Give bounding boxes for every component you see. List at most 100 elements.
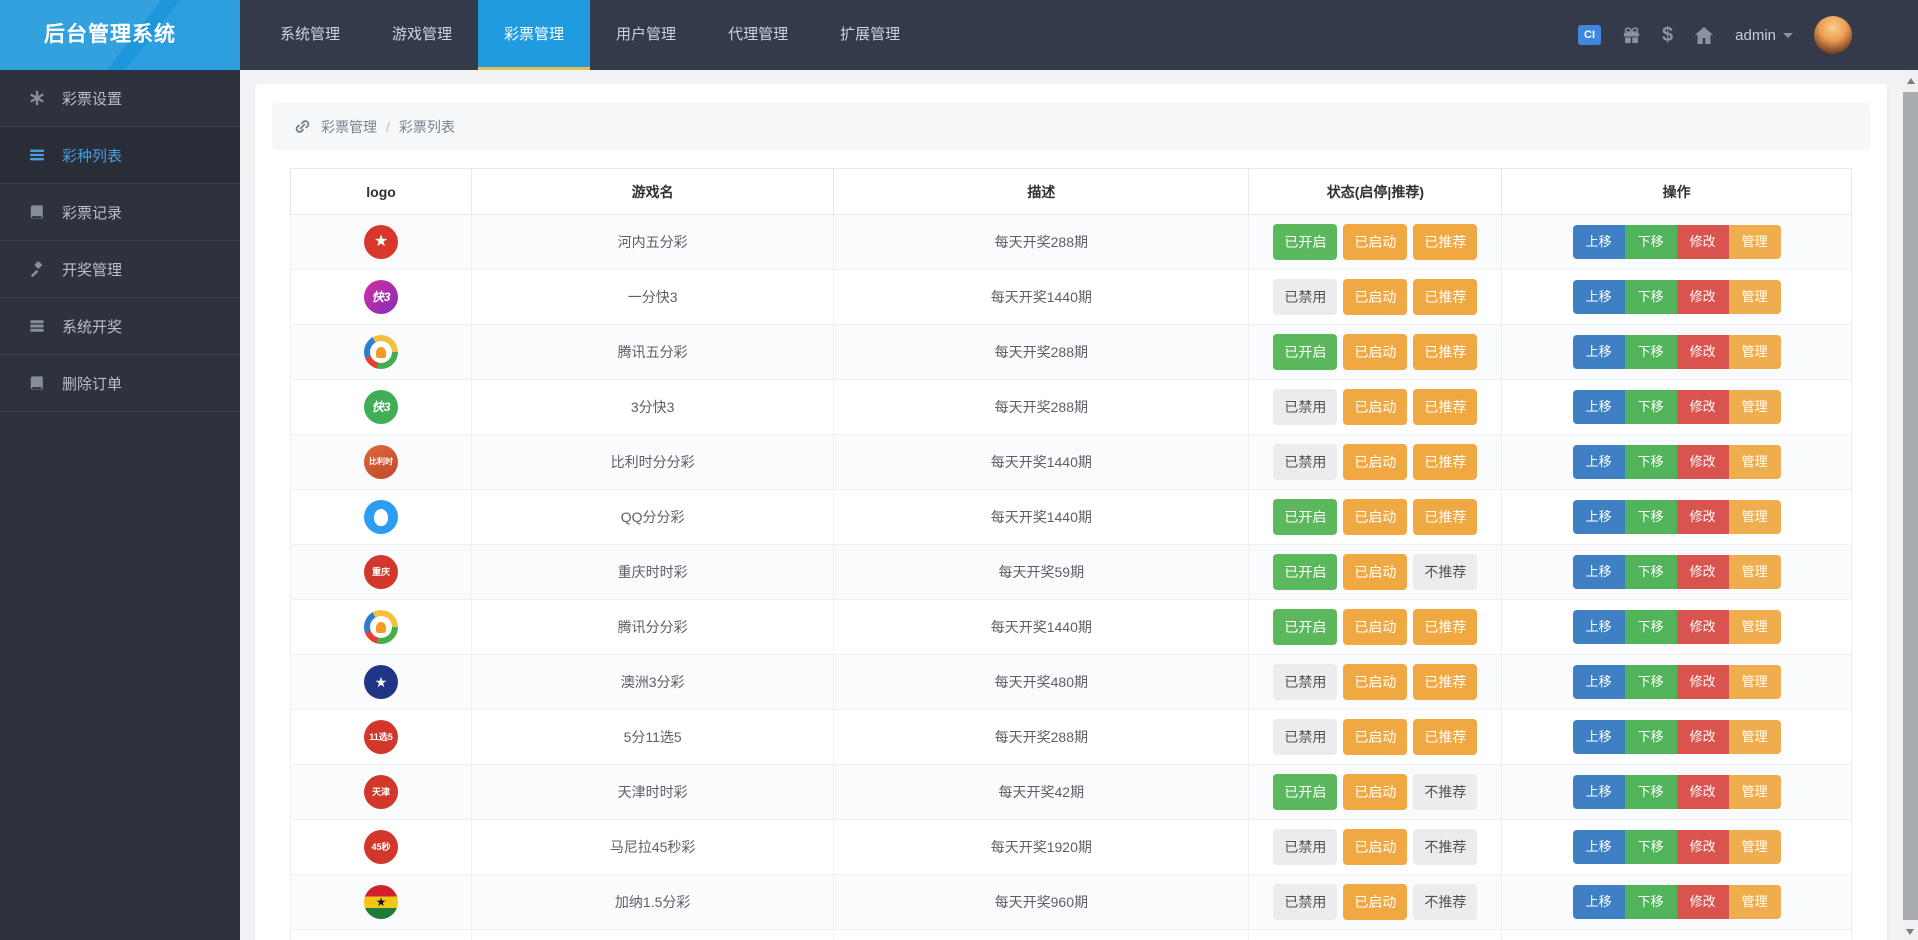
status-enabled-button[interactable]: 已禁用 — [1273, 444, 1338, 480]
move-up-button[interactable]: 上移 — [1572, 335, 1625, 369]
move-up-button[interactable]: 上移 — [1572, 225, 1625, 259]
manage-button[interactable]: 管理 — [1728, 775, 1781, 809]
status-recommend-button[interactable]: 不推荐 — [1413, 554, 1478, 590]
manage-button[interactable]: 管理 — [1728, 720, 1781, 754]
edit-button[interactable]: 修改 — [1676, 500, 1729, 534]
status-enabled-button[interactable]: 已开启 — [1273, 499, 1338, 535]
move-down-button[interactable]: 下移 — [1624, 610, 1677, 644]
edit-button[interactable]: 修改 — [1676, 665, 1729, 699]
status-started-button[interactable]: 已启动 — [1343, 389, 1408, 425]
status-recommend-button[interactable]: 已推荐 — [1413, 609, 1478, 645]
manage-button[interactable]: 管理 — [1728, 665, 1781, 699]
manage-button[interactable]: 管理 — [1728, 225, 1781, 259]
status-recommend-button[interactable]: 已推荐 — [1413, 499, 1478, 535]
status-enabled-button[interactable]: 已开启 — [1273, 609, 1338, 645]
sidebar-item-lottery-type-list[interactable]: 彩种列表 — [0, 127, 240, 184]
move-up-button[interactable]: 上移 — [1572, 665, 1625, 699]
manage-button[interactable]: 管理 — [1728, 830, 1781, 864]
sidebar-item-delete-orders[interactable]: 删除订单 — [0, 355, 240, 412]
nav-tab-system[interactable]: 系统管理 — [254, 0, 366, 70]
status-started-button[interactable]: 已启动 — [1343, 664, 1408, 700]
status-started-button[interactable]: 已启动 — [1343, 554, 1408, 590]
edit-button[interactable]: 修改 — [1676, 775, 1729, 809]
move-up-button[interactable]: 上移 — [1572, 555, 1625, 589]
status-started-button[interactable]: 已启动 — [1343, 719, 1408, 755]
move-down-button[interactable]: 下移 — [1624, 775, 1677, 809]
status-recommend-button[interactable]: 已推荐 — [1413, 224, 1478, 260]
move-down-button[interactable]: 下移 — [1624, 885, 1677, 919]
move-down-button[interactable]: 下移 — [1624, 280, 1677, 314]
edit-button[interactable]: 修改 — [1676, 555, 1729, 589]
status-started-button[interactable]: 已启动 — [1343, 774, 1408, 810]
status-enabled-button[interactable]: 已开启 — [1273, 334, 1338, 370]
scroll-thumb[interactable] — [1903, 92, 1918, 920]
edit-button[interactable]: 修改 — [1676, 610, 1729, 644]
move-down-button[interactable]: 下移 — [1624, 720, 1677, 754]
status-started-button[interactable]: 已启动 — [1343, 499, 1408, 535]
move-down-button[interactable]: 下移 — [1624, 830, 1677, 864]
manage-button[interactable]: 管理 — [1728, 280, 1781, 314]
status-enabled-button[interactable]: 已禁用 — [1273, 884, 1338, 920]
move-down-button[interactable]: 下移 — [1624, 335, 1677, 369]
move-up-button[interactable]: 上移 — [1572, 445, 1625, 479]
edit-button[interactable]: 修改 — [1676, 720, 1729, 754]
move-down-button[interactable]: 下移 — [1624, 225, 1677, 259]
manage-button[interactable]: 管理 — [1728, 885, 1781, 919]
status-enabled-button[interactable]: 已开启 — [1273, 224, 1338, 260]
manage-button[interactable]: 管理 — [1728, 555, 1781, 589]
edit-button[interactable]: 修改 — [1676, 445, 1729, 479]
manage-button[interactable]: 管理 — [1728, 335, 1781, 369]
status-enabled-button[interactable]: 已禁用 — [1273, 389, 1338, 425]
avatar[interactable] — [1814, 16, 1852, 54]
status-started-button[interactable]: 已启动 — [1343, 444, 1408, 480]
move-up-button[interactable]: 上移 — [1572, 280, 1625, 314]
move-up-button[interactable]: 上移 — [1572, 885, 1625, 919]
move-up-button[interactable]: 上移 — [1572, 610, 1625, 644]
status-enabled-button[interactable]: 已开启 — [1273, 774, 1338, 810]
edit-button[interactable]: 修改 — [1676, 390, 1729, 424]
status-recommend-button[interactable]: 不推荐 — [1413, 774, 1478, 810]
move-down-button[interactable]: 下移 — [1624, 390, 1677, 424]
move-down-button[interactable]: 下移 — [1624, 500, 1677, 534]
scrollbar[interactable] — [1903, 70, 1918, 940]
gift-icon[interactable] — [1622, 26, 1641, 45]
status-enabled-button[interactable]: 已禁用 — [1273, 279, 1338, 315]
edit-button[interactable]: 修改 — [1676, 225, 1729, 259]
edit-button[interactable]: 修改 — [1676, 335, 1729, 369]
manage-button[interactable]: 管理 — [1728, 445, 1781, 479]
nav-tab-extension[interactable]: 扩展管理 — [814, 0, 926, 70]
status-started-button[interactable]: 已启动 — [1343, 279, 1408, 315]
edit-button[interactable]: 修改 — [1676, 885, 1729, 919]
sidebar-item-system-draw[interactable]: 系统开奖 — [0, 298, 240, 355]
nav-tab-lottery[interactable]: 彩票管理 — [478, 0, 591, 70]
nav-tab-game[interactable]: 游戏管理 — [366, 0, 478, 70]
manage-button[interactable]: 管理 — [1728, 500, 1781, 534]
move-up-button[interactable]: 上移 — [1572, 390, 1625, 424]
status-started-button[interactable]: 已启动 — [1343, 224, 1408, 260]
nav-tab-agent[interactable]: 代理管理 — [702, 0, 814, 70]
edit-button[interactable]: 修改 — [1676, 830, 1729, 864]
status-recommend-button[interactable]: 已推荐 — [1413, 279, 1478, 315]
scroll-up-arrow[interactable] — [1906, 78, 1915, 84]
status-recommend-button[interactable]: 已推荐 — [1413, 389, 1478, 425]
move-down-button[interactable]: 下移 — [1624, 555, 1677, 589]
admin-menu[interactable]: admin — [1735, 27, 1793, 44]
home-icon[interactable] — [1694, 26, 1714, 45]
manage-button[interactable]: 管理 — [1728, 390, 1781, 424]
move-up-button[interactable]: 上移 — [1572, 720, 1625, 754]
status-recommend-button[interactable]: 已推荐 — [1413, 334, 1478, 370]
status-enabled-button[interactable]: 已禁用 — [1273, 829, 1338, 865]
status-recommend-button[interactable]: 不推荐 — [1413, 884, 1478, 920]
sidebar-item-lottery-settings[interactable]: 彩票设置 — [0, 70, 240, 127]
move-up-button[interactable]: 上移 — [1572, 500, 1625, 534]
status-recommend-button[interactable]: 已推荐 — [1413, 444, 1478, 480]
status-recommend-button[interactable]: 不推荐 — [1413, 829, 1478, 865]
nav-tab-user[interactable]: 用户管理 — [590, 0, 702, 70]
currency-badge-icon[interactable]: CI — [1578, 25, 1602, 45]
status-enabled-button[interactable]: 已开启 — [1273, 554, 1338, 590]
move-up-button[interactable]: 上移 — [1572, 830, 1625, 864]
move-up-button[interactable]: 上移 — [1572, 775, 1625, 809]
move-down-button[interactable]: 下移 — [1624, 445, 1677, 479]
scroll-down-arrow[interactable] — [1906, 929, 1914, 935]
manage-button[interactable]: 管理 — [1728, 610, 1781, 644]
